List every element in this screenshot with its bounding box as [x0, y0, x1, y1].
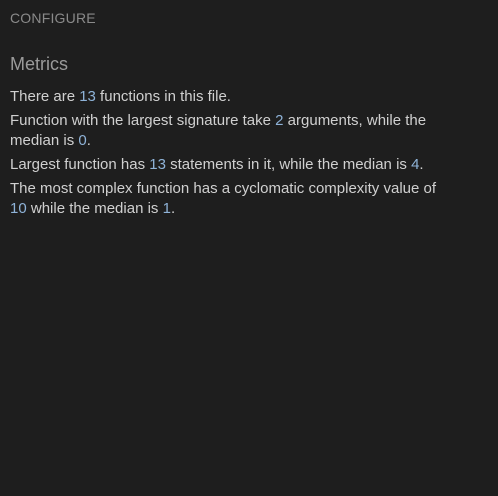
median-complexity-value: 1: [162, 200, 171, 217]
max-complexity-value: 10: [10, 200, 27, 217]
metric-signature-size: Function with the largest signature take…: [10, 111, 450, 151]
largest-function-statements-value: 13: [149, 156, 166, 173]
median-signature-value: 0: [78, 132, 87, 149]
configure-link[interactable]: CONFIGURE: [10, 10, 96, 26]
metric-cyclomatic-complexity: The most complex function has a cyclomat…: [10, 179, 450, 219]
metric-text: The most complex function has a cyclomat…: [10, 180, 437, 197]
metric-function-count: There are 13 functions in this file.: [10, 87, 450, 107]
metric-text: functions in this file.: [95, 88, 231, 105]
metric-text: .: [419, 156, 424, 173]
metric-text: Largest function has: [10, 156, 150, 173]
metric-function-size: Largest function has 13 statements in it…: [10, 155, 450, 175]
metric-text: .: [170, 200, 176, 217]
function-count-value: 13: [79, 88, 96, 105]
largest-signature-value: 2: [275, 112, 284, 129]
metric-text: .: [86, 132, 91, 149]
metric-text: Function with the largest signature take: [10, 112, 276, 129]
metrics-heading: Metrics: [10, 54, 68, 74]
metrics-panel: CONFIGURE Metrics There are 13 functions…: [0, 0, 498, 496]
metric-text: There are: [10, 88, 80, 105]
metric-text: statements in it, while the median is: [165, 156, 412, 173]
metric-text: while the median is: [26, 200, 163, 217]
